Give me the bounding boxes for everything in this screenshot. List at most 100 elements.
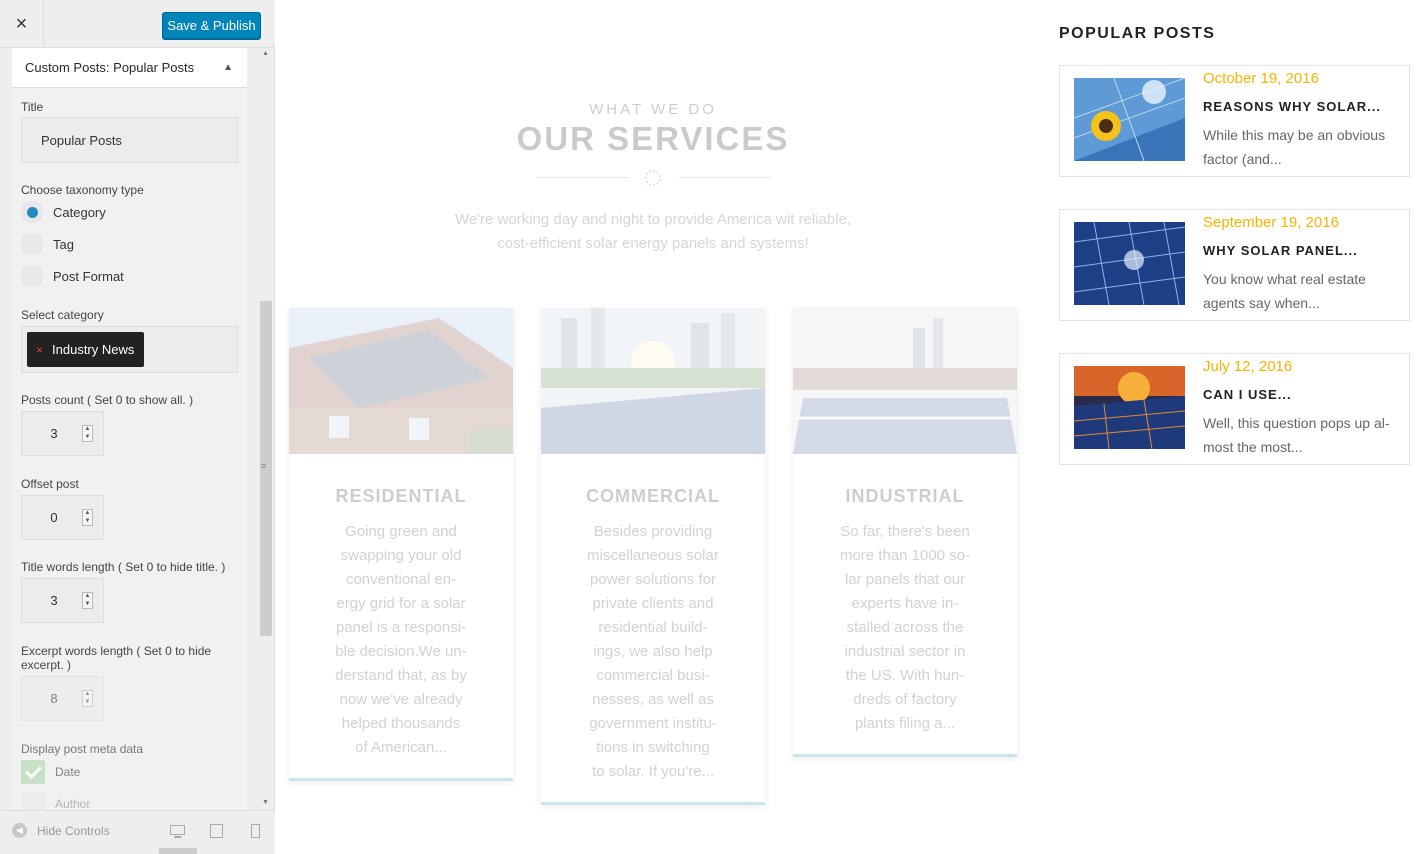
card-line: ings, we also help [593, 643, 713, 660]
excerpt-words-value: 8 [50, 691, 58, 706]
card-body: Going green and swapping your old conven… [289, 507, 513, 778]
checkbox-date[interactable]: Date [21, 760, 80, 784]
services-eyebrow: WHAT WE DO [589, 101, 717, 118]
post-date[interactable]: July 12, 2016 [1203, 358, 1292, 375]
category-select[interactable]: × Industry News [21, 326, 238, 373]
radio-label: Category [53, 204, 106, 220]
close-icon[interactable]: × [0, 0, 44, 48]
services-title: OUR SERVICES [516, 120, 790, 157]
post-date[interactable]: October 19, 2016 [1203, 70, 1319, 87]
customizer-header: × Save & Publish [0, 0, 275, 48]
service-card-industrial[interactable]: INDUSTRIAL So far, there's been more tha… [793, 308, 1017, 757]
posts-count-stepper[interactable]: 3 ▲ ▼ [21, 411, 104, 456]
card-line: panel is a responsi- [335, 619, 467, 636]
checkbox-label: Date [55, 765, 81, 779]
mobile-icon[interactable] [249, 823, 267, 839]
checkbox[interactable] [21, 760, 45, 784]
card-line: lar panels that our [844, 571, 966, 588]
excerpt-line: agents say when... [1203, 295, 1320, 311]
post-title[interactable]: REASONS WHY SOLAR... [1203, 99, 1381, 114]
checkbox[interactable] [21, 792, 45, 810]
card-line: dreds of factory [853, 691, 957, 708]
card-line: government institu- [589, 715, 717, 732]
post-excerpt: Well, this question pops up al- most the… [1203, 411, 1403, 459]
section-prefix: Custom Posts: [25, 60, 110, 75]
post-title[interactable]: WHY SOLAR PANEL... [1203, 243, 1358, 258]
radio-label: Tag [53, 236, 74, 252]
offset-value: 0 [50, 510, 58, 525]
subtitle-line: cost-efficient solar energy panels and s… [497, 235, 809, 252]
sunset-solar-thumbnail[interactable] [1074, 366, 1185, 449]
checkbox-label: Author [55, 797, 91, 810]
card-line: tions in switching [596, 739, 710, 756]
service-card-commercial[interactable]: COMMERCIAL Besides providing miscellaneo… [541, 308, 765, 805]
spinner-icon[interactable]: ▲ ▼ [82, 425, 93, 442]
excerpt-words-stepper[interactable]: 8 ▲ ▼ [21, 676, 104, 721]
card-title[interactable]: COMMERCIAL [541, 486, 765, 507]
collapse-caret-icon[interactable]: ▲ [223, 62, 233, 73]
post-item[interactable]: July 12, 2016 CAN I USE... Well, this qu… [1059, 353, 1410, 465]
remove-icon[interactable]: × [36, 343, 43, 357]
widget-form: Title Popular Posts Choose taxonomy type… [12, 88, 247, 810]
scroll-up-icon[interactable]: ▲ [262, 50, 269, 57]
card-line: power solutions for [590, 571, 716, 588]
card-line: ble decision.We un- [335, 643, 467, 660]
card-line: residential build- [598, 619, 708, 636]
radio-tag[interactable]: Tag [21, 232, 74, 256]
spinner-icon[interactable]: ▲ ▼ [82, 690, 93, 707]
card-line: So far, there's been [840, 523, 970, 540]
collapse-arrow-icon: ◀ [12, 823, 27, 838]
excerpt-line: Well, this question pops up al- [1203, 415, 1390, 431]
card-title[interactable]: RESIDENTIAL [289, 486, 513, 507]
card-line: swapping your old [340, 547, 462, 564]
radio-button[interactable] [21, 201, 43, 223]
post-item[interactable]: September 19, 2016 WHY SOLAR PANEL... Yo… [1059, 209, 1410, 321]
customizer-sidebar: × Save & Publish Custom Posts: Popular P… [0, 0, 275, 854]
card-line: private clients and [592, 595, 714, 612]
title-input[interactable]: Popular Posts [21, 117, 238, 163]
excerpt-line: most the most... [1203, 439, 1303, 455]
excerpt-words-label: Excerpt words length ( Set 0 to hide exc… [21, 644, 212, 672]
excerpt-line: You know what real estate [1203, 271, 1366, 287]
card-body: So far, there's been more than 1000 so- … [793, 507, 1017, 754]
widget-title: POPULAR POSTS [1059, 25, 1216, 42]
radio-post-format[interactable]: Post Format [21, 264, 124, 288]
house-solar-image [289, 308, 513, 454]
grip-icon: ≡ [261, 461, 267, 471]
scroll-down-icon[interactable]: ▼ [262, 799, 269, 806]
radio-button[interactable] [21, 233, 43, 255]
offset-stepper[interactable]: 0 ▲ ▼ [21, 495, 104, 540]
services-subtitle: We're working day and night to provide A… [275, 208, 1031, 256]
card-title[interactable]: INDUSTRIAL [793, 486, 1017, 507]
tablet-icon[interactable] [208, 823, 226, 839]
card-line: industrial sector in [844, 643, 966, 660]
post-title[interactable]: CAN I USE... [1203, 387, 1292, 402]
section-header[interactable]: Custom Posts: Popular Posts ▲ [12, 48, 247, 88]
radio-button[interactable] [21, 265, 43, 287]
hide-controls-button[interactable]: ◀ Hide Controls [12, 823, 110, 838]
chip-label: Industry News [52, 342, 135, 357]
panel-scrollbar[interactable]: ▲ ≡ ▼ [258, 48, 274, 810]
post-item[interactable]: October 19, 2016 REASONS WHY SOLAR... Wh… [1059, 65, 1410, 177]
spinner-icon[interactable]: ▲ ▼ [82, 509, 93, 526]
post-excerpt: While this may be an obvious factor (and… [1203, 123, 1403, 171]
subtitle-line: We're working day and night to provide A… [454, 211, 852, 228]
spinner-icon[interactable]: ▲ ▼ [82, 592, 93, 609]
desktop-icon[interactable] [169, 823, 187, 839]
section-name: Popular Posts [113, 60, 195, 75]
radio-category[interactable]: Category [21, 200, 106, 224]
post-date[interactable]: September 19, 2016 [1203, 214, 1339, 231]
card-line: Besides providing [593, 523, 713, 540]
offset-label: Offset post [21, 477, 79, 491]
customizer-footer: ◀ Hide Controls [0, 810, 275, 854]
save-publish-button[interactable]: Save & Publish [162, 12, 261, 39]
title-words-stepper[interactable]: 3 ▲ ▼ [21, 578, 104, 623]
checkbox-author[interactable]: Author [21, 792, 90, 810]
card-line: helped thousands [341, 715, 461, 732]
city-solar-image [541, 308, 765, 454]
solar-panel-thumbnail[interactable] [1074, 222, 1185, 305]
selected-category-chip: × Industry News [27, 332, 145, 367]
service-card-residential[interactable]: RESIDENTIAL Going green and swapping you… [289, 308, 513, 781]
sunflower-solar-thumbnail[interactable] [1074, 78, 1185, 161]
card-line: miscellaneous solar [587, 547, 719, 564]
